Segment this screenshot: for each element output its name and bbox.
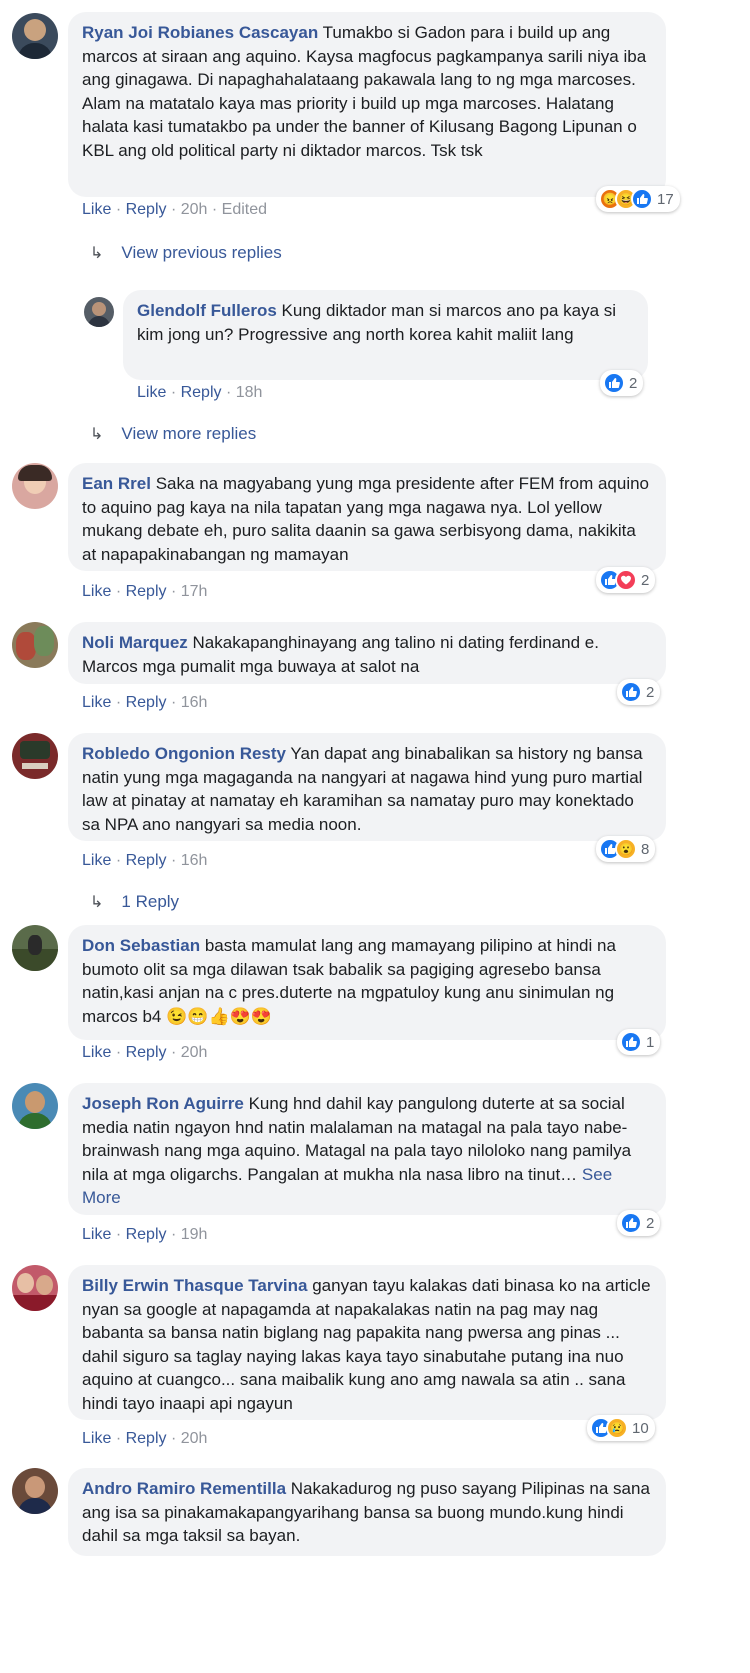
comment-time[interactable]: 18h: [236, 384, 263, 401]
avatar[interactable]: [12, 13, 58, 59]
comment-time[interactable]: 20h: [181, 1044, 208, 1061]
reply-link[interactable]: Reply: [126, 583, 167, 600]
comment-author[interactable]: Noli Marquez: [82, 633, 188, 652]
comment-author[interactable]: Don Sebastian: [82, 936, 200, 955]
like-link[interactable]: Like: [137, 384, 166, 401]
reaction-count: 2: [646, 683, 655, 701]
like-link[interactable]: Like: [82, 694, 111, 711]
reply-link[interactable]: Reply: [126, 1430, 167, 1447]
comment-actions: Like · Reply · 19h: [82, 1226, 208, 1243]
like-react-icon: [603, 372, 625, 394]
comment-actions: Like · Reply · 18h: [137, 384, 263, 401]
like-link[interactable]: Like: [82, 201, 111, 218]
avatar[interactable]: [12, 733, 58, 779]
like-react-icon: [620, 1031, 642, 1053]
avatar[interactable]: [84, 297, 114, 327]
comment-bubble: Don Sebastian basta mamulat lang ang mam…: [68, 925, 666, 1040]
avatar[interactable]: [12, 1083, 58, 1129]
comment-bubble: Ryan Joi Robianes Cascayan Tumakbo si Ga…: [68, 12, 666, 197]
comment-author[interactable]: Robledo Ongonion Resty: [82, 744, 286, 763]
like-react-icon: [620, 1212, 642, 1234]
reply-link[interactable]: Reply: [126, 201, 167, 218]
reaction-summary[interactable]: 2: [600, 370, 644, 396]
reaction-count: 17: [657, 190, 674, 208]
comment-author[interactable]: Billy Erwin Thasque Tarvina: [82, 1276, 307, 1295]
comment-time[interactable]: 20h: [181, 201, 208, 218]
reaction-count: 2: [646, 1214, 655, 1232]
comment-actions: Like · Reply · 16h: [82, 852, 208, 869]
edited-label: Edited: [221, 201, 268, 218]
like-link[interactable]: Like: [82, 1226, 111, 1243]
like-link[interactable]: Like: [82, 583, 111, 600]
view-previous-replies[interactable]: ↳ View previous replies: [90, 243, 282, 263]
reply-arrow-icon: ↳: [90, 894, 104, 911]
like-link[interactable]: Like: [82, 852, 111, 869]
reply-link[interactable]: Reply: [126, 852, 167, 869]
comment-author[interactable]: Ean Rrel: [82, 474, 151, 493]
like-link[interactable]: Like: [82, 1430, 111, 1447]
one-reply-link[interactable]: ↳ 1 Reply: [90, 892, 179, 912]
comment-time[interactable]: 16h: [181, 694, 208, 711]
like-react-icon: [631, 188, 653, 210]
comment-author[interactable]: Andro Ramiro Rementilla: [82, 1479, 286, 1498]
emoji-string: 😉😁👍😍😍: [166, 1006, 272, 1026]
comment-bubble: Glendolf Fulleros Kung diktador man si m…: [123, 290, 648, 380]
comment-bubble: Joseph Ron Aguirre Kung hnd dahil kay pa…: [68, 1083, 666, 1215]
comment-bubble: Ean Rrel Saka na magyabang yung mga pres…: [68, 463, 666, 571]
comment-time[interactable]: 16h: [181, 852, 208, 869]
reaction-count: 2: [641, 571, 650, 589]
reaction-summary[interactable]: 2: [617, 1210, 661, 1236]
reply-arrow-icon: ↳: [90, 426, 104, 443]
sad-react-icon: 😢: [606, 1417, 628, 1439]
view-more-replies[interactable]: ↳ View more replies: [90, 424, 256, 444]
comment-bubble: Noli Marquez Nakakapanghinayang ang tali…: [68, 622, 666, 684]
comment-text: Saka na magyabang yung mga presidente af…: [82, 474, 650, 564]
reply-link[interactable]: Reply: [181, 384, 222, 401]
comment-bubble: Andro Ramiro Rementilla Nakakadurog ng p…: [68, 1468, 666, 1556]
comment-author[interactable]: Joseph Ron Aguirre: [82, 1094, 244, 1113]
comment-actions: Like · Reply · 20h: [82, 1430, 208, 1447]
comment-text: ganyan tayu kalakas dati binasa ko na ar…: [82, 1276, 651, 1413]
reaction-count: 2: [629, 374, 638, 392]
reaction-summary[interactable]: 😢 10: [587, 1415, 655, 1441]
reply-link[interactable]: Reply: [126, 694, 167, 711]
reaction-summary[interactable]: 2: [617, 679, 661, 705]
like-link[interactable]: Like: [82, 1044, 111, 1061]
like-react-icon: [620, 681, 642, 703]
comment-actions: Like · Reply · 16h: [82, 694, 208, 711]
comment-bubble: Billy Erwin Thasque Tarvina ganyan tayu …: [68, 1265, 666, 1420]
reaction-summary[interactable]: 😮 8: [596, 836, 656, 862]
wow-react-icon: 😮: [615, 838, 637, 860]
avatar[interactable]: [12, 622, 58, 668]
comment-text: Tumakbo si Gadon para i build up ang mar…: [82, 23, 647, 160]
comment-bubble: Robledo Ongonion Resty Yan dapat ang bin…: [68, 733, 666, 841]
reply-arrow-icon: ↳: [90, 245, 104, 262]
avatar[interactable]: [12, 925, 58, 971]
comment-thread: Ryan Joi Robianes Cascayan Tumakbo si Ga…: [0, 0, 750, 1673]
reaction-summary[interactable]: 😠 😆 17: [596, 186, 680, 212]
comment-time[interactable]: 17h: [181, 583, 208, 600]
comment-author[interactable]: Glendolf Fulleros: [137, 301, 277, 320]
avatar[interactable]: [12, 1468, 58, 1514]
reaction-count: 10: [632, 1419, 649, 1437]
comment-actions: Like · Reply · 20h · Edited: [82, 201, 268, 218]
reaction-summary[interactable]: 1: [617, 1029, 661, 1055]
love-react-icon: [615, 569, 637, 591]
reaction-count: 1: [646, 1033, 655, 1051]
avatar[interactable]: [12, 463, 58, 509]
reply-link[interactable]: Reply: [126, 1044, 167, 1061]
reaction-count: 8: [641, 840, 650, 858]
comment-author[interactable]: Ryan Joi Robianes Cascayan: [82, 23, 318, 42]
reply-link[interactable]: Reply: [126, 1226, 167, 1243]
comment-time[interactable]: 19h: [181, 1226, 208, 1243]
reaction-summary[interactable]: 2: [596, 567, 656, 593]
comment-actions: Like · Reply · 17h: [82, 583, 208, 600]
comment-actions: Like · Reply · 20h: [82, 1044, 208, 1061]
comment-time[interactable]: 20h: [181, 1430, 208, 1447]
avatar[interactable]: [12, 1265, 58, 1311]
